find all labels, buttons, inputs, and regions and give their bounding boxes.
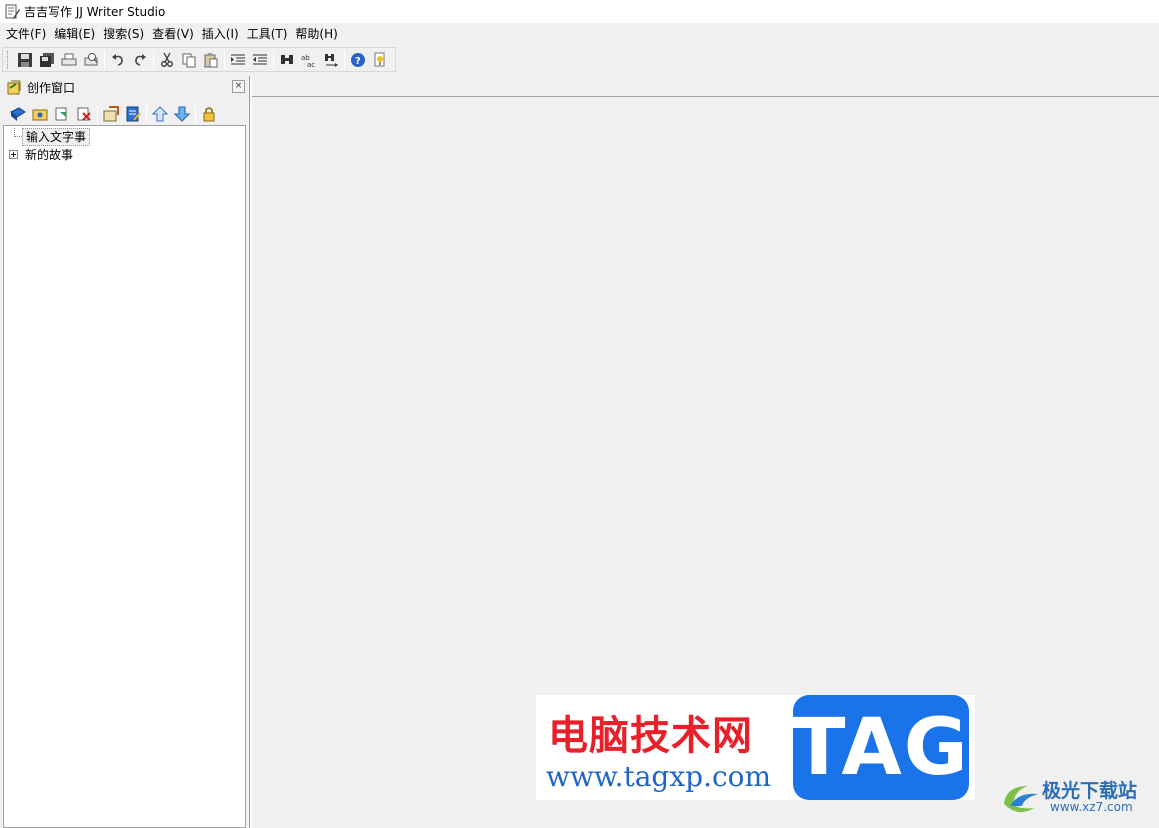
help-button[interactable]: ? <box>347 49 369 71</box>
tip-button[interactable] <box>369 49 391 71</box>
add-folder-button[interactable] <box>29 103 51 125</box>
new-book-button[interactable] <box>7 103 29 125</box>
watermark-tag-text: TAG <box>792 702 970 793</box>
outdent-icon <box>253 54 267 64</box>
menu-tools[interactable]: 工具(T) <box>243 25 292 44</box>
title-bar: 吉吉写作 JJ Writer Studio <box>0 0 1159 23</box>
tree-item[interactable]: 输入文字事 <box>6 127 91 146</box>
cut-icon <box>161 52 173 67</box>
move-down-button[interactable] <box>171 103 193 125</box>
properties-button[interactable] <box>100 103 122 125</box>
print-preview-button[interactable] <box>80 49 102 71</box>
panel-header: 创作窗口 × <box>3 76 248 98</box>
notes-icon <box>126 106 141 122</box>
tree-connector <box>6 146 22 163</box>
arrow-up-icon <box>152 106 168 122</box>
arrow-down-icon <box>174 106 190 122</box>
main-toolbar: ab ac ? <box>2 47 396 72</box>
project-tree[interactable]: 输入文字事 新的故事 <box>3 125 246 828</box>
add-file-button[interactable] <box>51 103 73 125</box>
properties-icon <box>103 106 119 122</box>
editor-tab-strip <box>252 96 1159 97</box>
watermark-site-name: 极光下载站 <box>1042 780 1138 802</box>
menu-bar: 文件(F) 编辑(E) 搜索(S) 查看(V) 插入(I) 工具(T) 帮助(H… <box>0 24 1159 45</box>
window-title: 吉吉写作 JJ Writer Studio <box>24 5 166 19</box>
save-button[interactable] <box>14 49 36 71</box>
notes-button[interactable] <box>122 103 144 125</box>
find-icon <box>281 54 293 64</box>
watermark-banner: 电脑技术网 www.tagxp.com TAG <box>536 695 975 800</box>
menu-edit[interactable]: 编辑(E) <box>50 25 99 44</box>
toolbar-separator <box>97 105 98 123</box>
toolbar-separator <box>153 50 154 69</box>
copy-icon <box>182 53 196 67</box>
toolbar-separator <box>104 50 105 69</box>
delete-icon <box>77 107 91 121</box>
menu-insert[interactable]: 插入(I) <box>198 25 243 44</box>
find-next-icon <box>325 53 338 67</box>
redo-icon <box>135 53 146 66</box>
undo-icon <box>112 53 123 66</box>
watermark-brand-text: 电脑技术网 <box>548 713 753 759</box>
tree-connector <box>6 128 22 145</box>
menu-file[interactable]: 文件(F) <box>2 25 50 44</box>
print-button[interactable] <box>58 49 80 71</box>
replace-icon: abac <box>301 54 315 68</box>
outdent-button[interactable] <box>249 49 271 71</box>
watermark-site-url: www.xz7.com <box>1050 800 1133 814</box>
menu-view[interactable]: 查看(V) <box>148 25 198 44</box>
lock-button[interactable] <box>198 103 220 125</box>
tree-item[interactable]: 新的故事 <box>6 146 76 163</box>
panel-toolbar <box>3 102 248 126</box>
save-all-button[interactable] <box>36 49 58 71</box>
find-next-button[interactable] <box>320 49 342 71</box>
save-icon <box>18 52 32 67</box>
print-icon <box>61 53 77 65</box>
svg-text:?: ? <box>355 56 361 67</box>
save-all-icon <box>40 52 54 67</box>
tree-item-label[interactable]: 输入文字事 <box>22 127 91 146</box>
lock-icon <box>203 107 215 122</box>
svg-text:ac: ac <box>307 61 315 68</box>
swirl-logo-icon <box>1004 786 1038 813</box>
help-icon: ? <box>351 52 365 67</box>
menu-search[interactable]: 搜索(S) <box>99 25 148 44</box>
watermark-tag-logo: TAG <box>792 695 970 800</box>
move-up-button[interactable] <box>149 103 171 125</box>
indent-icon <box>231 54 245 64</box>
find-button[interactable] <box>276 49 298 71</box>
panel-close-button[interactable]: × <box>232 80 245 93</box>
toolbar-separator <box>224 50 225 69</box>
paste-icon <box>204 52 218 67</box>
delete-button[interactable] <box>73 103 95 125</box>
expand-plus-icon[interactable] <box>9 150 18 159</box>
app-icon <box>5 4 20 19</box>
toolbar-separator <box>344 50 345 69</box>
toolbar-separator <box>195 105 196 123</box>
add-folder-icon <box>32 109 48 121</box>
cut-button[interactable] <box>156 49 178 71</box>
copy-button[interactable] <box>178 49 200 71</box>
book-icon <box>10 107 26 121</box>
tip-icon <box>374 52 385 66</box>
paste-button[interactable] <box>200 49 222 71</box>
creation-panel: 创作窗口 × 输入文字事 新的故事 <box>3 76 248 828</box>
redo-button[interactable] <box>129 49 151 71</box>
indent-button[interactable] <box>227 49 249 71</box>
panel-icon <box>7 80 21 95</box>
menu-help[interactable]: 帮助(H) <box>291 25 341 44</box>
print-preview-icon <box>84 52 98 65</box>
close-icon: × <box>234 81 243 91</box>
replace-button[interactable]: ab ac <box>298 49 320 71</box>
toolbar-grip[interactable] <box>7 50 10 69</box>
toolbar-separator <box>273 50 274 69</box>
add-file-icon <box>55 107 67 121</box>
watermark-url: www.tagxp.com <box>546 760 772 793</box>
toolbar-separator <box>146 105 147 123</box>
panel-title: 创作窗口 <box>27 80 76 95</box>
watermark-site-logo: 极光下载站 www.xz7.com <box>998 776 1158 820</box>
tree-item-label[interactable]: 新的故事 <box>22 147 76 163</box>
undo-button[interactable] <box>107 49 129 71</box>
